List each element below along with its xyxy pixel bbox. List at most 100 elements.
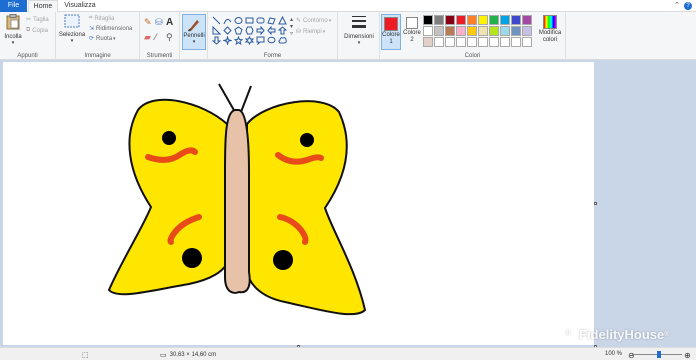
palette-swatch[interactable] xyxy=(423,26,433,36)
rotate-button[interactable]: ⟳ Ruota ▾ xyxy=(89,35,116,43)
line-shape-icon[interactable] xyxy=(212,16,221,25)
group-shapes: ▴ ▾ ▿ ✎ Contorno ▾ ⛁ Riempi ▾ Forme xyxy=(208,12,338,60)
palette-swatch[interactable] xyxy=(478,37,488,47)
rectangle-shape-icon[interactable] xyxy=(245,16,254,25)
copy-button[interactable]: ⧉ Copia xyxy=(26,27,48,34)
palette-swatch[interactable] xyxy=(445,37,455,47)
fill-icon[interactable]: ⛁ xyxy=(155,17,166,28)
palette-swatch[interactable] xyxy=(522,37,532,47)
oval-shape-icon[interactable] xyxy=(234,16,243,25)
fill-shape-label: Riempi xyxy=(303,28,322,35)
tab-view[interactable]: Visualizza xyxy=(62,0,98,12)
palette-swatch[interactable] xyxy=(522,26,532,36)
ribbon: Incolla ▾ ✂ Taglia ⧉ Copia Appunti Selez… xyxy=(0,12,696,60)
paste-icon xyxy=(6,14,20,30)
watermark-mark: ® xyxy=(664,330,670,338)
palette-swatch[interactable] xyxy=(423,37,433,47)
palette-swatch[interactable] xyxy=(511,37,521,47)
zoom-slider-thumb[interactable] xyxy=(657,351,662,358)
palette-swatch[interactable] xyxy=(500,15,510,25)
hexagon-shape-icon[interactable] xyxy=(245,26,254,35)
paste-button[interactable]: Incolla ▾ xyxy=(2,14,24,46)
right-triangle-shape-icon[interactable] xyxy=(212,26,221,35)
curve-shape-icon[interactable] xyxy=(223,16,232,25)
status-bar: ⬚ ▭ 30,63 × 14,60 cm 100 % ⊖ ⊕ xyxy=(0,347,696,360)
palette-swatch[interactable] xyxy=(434,15,444,25)
watermark: fi FidelityHouse ® xyxy=(560,326,669,342)
palette-swatch[interactable] xyxy=(489,15,499,25)
color-picker-icon[interactable]: ⁄ xyxy=(155,32,166,43)
pencil-icon[interactable]: ✎ xyxy=(144,17,155,28)
text-icon[interactable]: A xyxy=(166,17,177,28)
canvas-size-icon: ▭ xyxy=(160,352,167,359)
zoom-out-button[interactable]: ⊖ xyxy=(628,351,635,360)
drawing-canvas[interactable] xyxy=(3,62,594,345)
edit-colors-button[interactable]: Modifica colori xyxy=(537,14,563,44)
group-size: Dimensioni ▾ xyxy=(338,12,380,60)
palette-swatch[interactable] xyxy=(467,37,477,47)
group-tools: ✎ ⛁ A ▰ ⁄ ⚲ Strumenti xyxy=(140,12,180,60)
palette-swatch[interactable] xyxy=(478,15,488,25)
shapes-gallery[interactable] xyxy=(212,16,290,46)
color2-button[interactable]: Colore 2 xyxy=(402,14,422,50)
zoom-slider[interactable] xyxy=(632,351,682,358)
palette-swatch[interactable] xyxy=(467,26,477,36)
arrow-up-shape-icon[interactable] xyxy=(278,26,287,35)
crop-button[interactable]: ⌗ Ritaglia xyxy=(89,15,114,22)
palette-swatch[interactable] xyxy=(434,37,444,47)
size-button[interactable]: Dimensioni ▾ xyxy=(340,14,378,46)
palette-swatch[interactable] xyxy=(511,15,521,25)
fill-shape-button[interactable]: ⛁ Riempi ▾ xyxy=(296,28,325,36)
color2-label: Colore 2 xyxy=(403,30,421,43)
arrow-left-shape-icon[interactable] xyxy=(267,26,276,35)
cut-label: Taglia xyxy=(33,16,49,23)
rounded-rectangle-shape-icon[interactable] xyxy=(256,16,265,25)
cloud-shape-icon[interactable] xyxy=(278,36,287,45)
diamond-shape-icon[interactable] xyxy=(223,26,232,35)
arrow-right-shape-icon[interactable] xyxy=(256,26,265,35)
zoom-in-button[interactable]: ⊕ xyxy=(684,351,691,360)
shapes-scroll[interactable]: ▴ ▾ ▿ xyxy=(290,16,293,37)
palette-swatch[interactable] xyxy=(478,26,488,36)
arrow-down-shape-icon[interactable] xyxy=(212,36,221,45)
star-five-shape-icon[interactable] xyxy=(234,36,243,45)
palette-swatch[interactable] xyxy=(522,15,532,25)
callout-oval-shape-icon[interactable] xyxy=(267,36,276,45)
brushes-button[interactable]: Pennelli ▾ xyxy=(182,14,206,50)
palette-swatch[interactable] xyxy=(445,26,455,36)
callout-rect-shape-icon[interactable] xyxy=(256,36,265,45)
shapes-group-label: Forme xyxy=(263,53,282,59)
polygon-shape-icon[interactable] xyxy=(267,16,276,25)
palette-swatch[interactable] xyxy=(445,15,455,25)
magnifier-icon[interactable]: ⚲ xyxy=(166,32,177,43)
palette-swatch[interactable] xyxy=(500,37,510,47)
star-four-shape-icon[interactable] xyxy=(223,36,232,45)
palette-swatch[interactable] xyxy=(489,26,499,36)
palette-swatch[interactable] xyxy=(456,15,466,25)
eraser-icon[interactable]: ▰ xyxy=(144,32,155,43)
palette-swatch[interactable] xyxy=(489,37,499,47)
star-six-shape-icon[interactable] xyxy=(245,36,254,45)
resize-handle-right[interactable] xyxy=(594,202,597,205)
triangle-shape-icon[interactable] xyxy=(278,16,287,25)
palette-swatch[interactable] xyxy=(456,37,466,47)
palette-swatch[interactable] xyxy=(423,15,433,25)
group-brushes: Pennelli ▾ xyxy=(180,12,208,60)
help-icon[interactable]: ? xyxy=(684,2,692,10)
palette-swatch[interactable] xyxy=(511,26,521,36)
tab-file[interactable]: File xyxy=(0,0,27,12)
work-area xyxy=(0,61,696,348)
palette-swatch[interactable] xyxy=(434,26,444,36)
color1-button[interactable]: Colore 1 xyxy=(381,14,401,50)
palette-swatch[interactable] xyxy=(467,15,477,25)
palette-swatch[interactable] xyxy=(500,26,510,36)
pentagon-shape-icon[interactable] xyxy=(234,26,243,35)
resize-button[interactable]: ⇲ Ridimensiona xyxy=(89,25,132,33)
cut-button[interactable]: ✂ Taglia xyxy=(26,16,49,24)
palette-swatch[interactable] xyxy=(456,26,466,36)
select-button[interactable]: Seleziona ▾ xyxy=(58,14,86,44)
outline-button[interactable]: ✎ Contorno ▾ xyxy=(296,17,331,25)
tab-home[interactable]: Home xyxy=(28,0,58,12)
collapse-ribbon-icon[interactable]: ⌃ xyxy=(674,1,680,9)
image-group-label: Immagine xyxy=(84,53,111,59)
